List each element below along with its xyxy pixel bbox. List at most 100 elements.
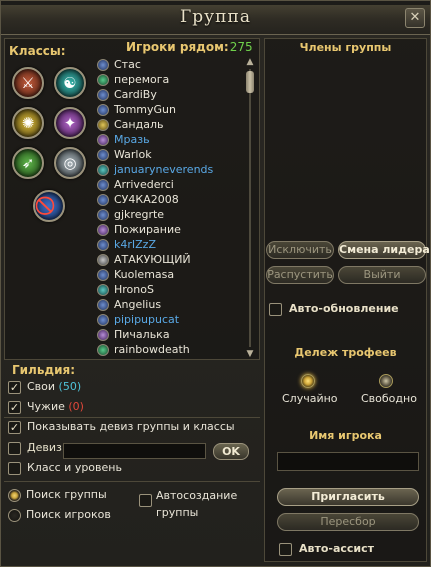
player-name: TommyGun [114,103,176,116]
motto-checkbox[interactable] [8,442,21,455]
disband-button[interactable]: Распустить [266,266,334,284]
motto-ok-button[interactable]: OK [213,443,249,460]
player-name-title: Имя игрока [309,429,382,442]
player-class-icon [97,328,109,341]
leave-button[interactable]: Выйти [338,266,426,284]
search-group-radio[interactable] [8,489,21,502]
kick-button[interactable]: Исключить [266,241,334,259]
auto-assist-label: Авто-ассист [299,542,375,555]
player-class-icon [97,148,109,161]
own-guild-text: Свои [27,380,56,393]
player-row[interactable]: Angelius [97,297,243,312]
player-row[interactable]: CardiBy [97,87,243,102]
search-group-label: Поиск группы [26,488,107,501]
player-class-icon [97,223,109,236]
reselect-button[interactable]: Пересбор [277,513,419,531]
player-row[interactable]: Стас [97,57,243,72]
player-class-icon [97,88,109,101]
player-row[interactable]: Пожирание [97,222,243,237]
player-class-icon [97,103,109,116]
player-class-icon [97,313,109,326]
class-level-checkbox[interactable] [8,462,21,475]
player-name: CardiBy [114,88,157,101]
change-leader-button[interactable]: Смена лидера [338,241,430,259]
player-name: Kuolemasa [114,268,175,281]
foreign-guild-label: Чужие (0) [27,400,84,413]
show-motto-checkbox[interactable]: ✓ [8,421,21,434]
loot-free-radio[interactable] [379,374,393,388]
own-guild-count: (50) [58,380,82,393]
player-row[interactable]: АТАКУЮЩИЙ [97,252,243,267]
auto-assist-checkbox[interactable] [279,543,292,556]
window-title: Группа [180,7,251,27]
class-warrior-icon[interactable]: ⚔ [12,67,44,99]
player-class-icon [97,118,109,131]
close-button[interactable]: ✕ [405,8,425,28]
class-priest-icon[interactable]: ✺ [12,107,44,139]
search-players-radio[interactable] [8,509,21,522]
own-guild-checkbox[interactable]: ✓ [8,381,21,394]
player-row[interactable]: Warlok [97,147,243,162]
player-name: Мразь [114,133,150,146]
player-name: Пожирание [114,223,181,236]
auto-update-label: Авто-обновление [289,302,399,315]
player-name: Warlok [114,148,152,161]
class-mystic-icon[interactable]: ☯ [54,67,86,99]
player-row[interactable]: Сандаль [97,117,243,132]
loot-random-radio[interactable] [301,374,315,388]
invite-button[interactable]: Пригласить [277,488,419,506]
player-row[interactable]: gjkregrte [97,207,243,222]
nearby-players-title: Игроки рядом:275 [126,40,253,54]
motto-input[interactable] [63,443,206,459]
class-lancer-icon[interactable]: ◎ [54,147,86,179]
player-class-icon [97,238,109,251]
player-row[interactable]: TommyGun [97,102,243,117]
player-row[interactable]: СУ4КА2008 [97,192,243,207]
clear-class-filter-icon[interactable]: ⃠ [33,190,65,222]
player-class-icon [97,178,109,191]
player-row[interactable]: перемога [97,72,243,87]
nearby-players-list: Стас перемога CardiBy TommyGun Сандаль Мразь W… [97,57,243,357]
player-row[interactable]: rainbowdeath [97,342,243,357]
player-row[interactable]: HronoS [97,282,243,297]
player-name: gjkregrte [114,208,165,221]
auto-create-group-checkbox[interactable] [139,494,152,507]
player-row[interactable]: Kuolemasa [97,267,243,282]
foreign-guild-checkbox[interactable]: ✓ [8,401,21,414]
class-sorcerer-icon[interactable]: ✦ [54,107,86,139]
player-row[interactable]: januaryneverends [97,162,243,177]
player-row[interactable]: Мразь [97,132,243,147]
class-ranger-icon[interactable]: ➶ [12,147,44,179]
auto-create-group-label-line1: Автосоздание [156,489,238,502]
title-bar[interactable]: Группа ✕ [1,1,430,35]
player-row[interactable]: pipipupucat [97,312,243,327]
loot-title: Дележ трофеев [294,346,397,359]
player-name: pipipupucat [114,313,180,326]
player-class-icon [97,208,109,221]
player-name: Пичалька [114,328,170,341]
player-name: januaryneverends [114,163,214,176]
player-name-input[interactable] [277,452,419,471]
scroll-up-icon[interactable]: ▲ [245,57,255,67]
group-members-title: Члены группы [299,41,392,54]
scroll-down-icon[interactable]: ▼ [245,349,255,359]
player-row[interactable]: Arrivederci [97,177,243,192]
auto-create-group-label-line2: группы [156,506,199,519]
guild-title: Гильдия: [12,363,76,377]
scroll-thumb[interactable] [246,71,254,93]
player-row[interactable]: Пичалька [97,327,243,342]
player-name: Сандаль [114,118,164,131]
auto-update-checkbox[interactable] [269,303,282,316]
scroll-track[interactable] [249,69,251,347]
player-row[interactable]: k4rIZzZ [97,237,243,252]
players-scrollbar[interactable]: ▲ ▼ [244,57,256,359]
classes-title: Классы: [9,44,66,58]
player-class-icon [97,283,109,296]
title-stripe [1,1,430,5]
player-name: rainbowdeath [114,343,190,356]
show-motto-label: Показывать девиз группы и классы [27,420,235,433]
loot-random-label: Случайно [282,392,338,405]
own-guild-label: Свои (50) [27,380,81,393]
player-name: перемога [114,73,170,86]
player-class-icon [97,253,109,266]
